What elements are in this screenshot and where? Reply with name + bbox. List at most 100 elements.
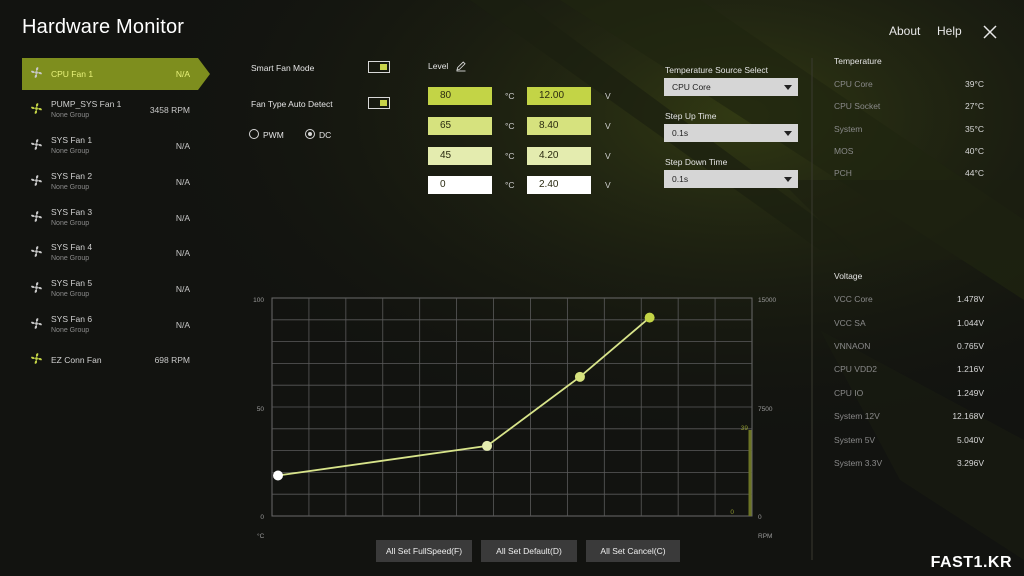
temperature-label: CPU Socket: [834, 101, 881, 111]
fan-speed: 3458 RPM: [149, 105, 190, 115]
fan-speed: N/A: [175, 213, 190, 223]
chart-ticks: 100 50 0 15000 7500 0 °C RPM 39 0: [253, 297, 776, 540]
temperature-label: PCH: [834, 168, 852, 178]
temp-unit: °C: [505, 91, 515, 101]
fan-item-pump-sys-fan-1[interactable]: PUMP_SYS Fan 1 None Group 3458 RPM: [22, 94, 198, 126]
chart-grid: [271, 297, 753, 517]
temperature-label: CPU Core: [834, 79, 873, 89]
fan-name: SYS Fan 6: [51, 314, 93, 324]
temp-unit: °C: [505, 151, 515, 161]
fan-speed: N/A: [175, 69, 190, 79]
fan-icon: [31, 175, 42, 186]
level-temp-input[interactable]: 80: [428, 87, 492, 105]
voltage-unit: V: [605, 121, 611, 131]
voltage-unit: V: [605, 91, 611, 101]
edit-icon[interactable]: [455, 60, 467, 72]
temperature-label: System: [834, 124, 863, 134]
fan-item-sys-fan-5[interactable]: SYS Fan 5 None Group N/A: [22, 273, 198, 305]
fan-name: SYS Fan 2: [51, 171, 93, 181]
fan-type-auto-detect-label: Fan Type Auto Detect: [251, 99, 333, 109]
voltage-value: 5.040V: [957, 435, 984, 445]
pwm-radio[interactable]: [249, 129, 259, 139]
temperature-source-label: Temperature Source Select: [665, 65, 768, 75]
step-up-time-label: Step Up Time: [665, 111, 717, 121]
fan-speed: N/A: [175, 141, 190, 151]
level-voltage-input[interactable]: 4.20: [527, 147, 591, 165]
temp-unit: °C: [505, 121, 515, 131]
fan-item-sys-fan-1[interactable]: SYS Fan 1 None Group N/A: [22, 130, 198, 162]
fan-name: SYS Fan 5: [51, 278, 93, 288]
y-tick-label: 0: [260, 514, 264, 521]
about-link[interactable]: About: [889, 24, 920, 38]
step-up-time-select[interactable]: 0.1s: [664, 124, 798, 142]
voltage-label: System 12V: [834, 411, 880, 421]
dc-label: DC: [319, 130, 332, 140]
fan-group: None Group: [51, 148, 90, 155]
temperature-source-select[interactable]: CPU Core: [664, 78, 798, 96]
step-down-time-select[interactable]: 0.1s: [664, 170, 798, 188]
fan-item-sys-fan-2[interactable]: SYS Fan 2 None Group N/A: [22, 166, 198, 198]
step-down-time-value: 0.1s: [672, 174, 689, 184]
curve-point[interactable]: [644, 312, 655, 323]
fan-icon: [31, 282, 42, 293]
voltage-label: VNNAON: [834, 341, 871, 351]
temperature-value: 40°C: [965, 146, 984, 156]
curve-point[interactable]: [574, 371, 585, 382]
temperature-source-value: CPU Core: [672, 82, 711, 92]
fan-speed: N/A: [175, 248, 190, 258]
fan-item-sys-fan-3[interactable]: SYS Fan 3 None Group N/A: [22, 202, 198, 234]
fan-group: None Group: [51, 327, 90, 334]
level-voltage-input[interactable]: 2.40: [527, 176, 591, 194]
help-link[interactable]: Help: [937, 24, 962, 38]
all-set-cancel-button[interactable]: All Set Cancel(C): [586, 540, 680, 562]
fan-name: PUMP_SYS Fan 1: [51, 99, 122, 109]
x-axis-label: °C: [257, 532, 265, 540]
close-icon[interactable]: [982, 24, 998, 40]
level-temp-input[interactable]: 0: [428, 176, 492, 194]
curve-point[interactable]: [273, 470, 283, 481]
fan-icon: [31, 103, 42, 114]
voltage-value: 1.478V: [957, 294, 984, 304]
current-rpm-label: 0: [730, 509, 734, 516]
level-temp-input[interactable]: 45: [428, 147, 492, 165]
dc-radio[interactable]: [305, 129, 315, 139]
voltage-value: 1.249V: [957, 388, 984, 398]
voltage-value: 0.765V: [957, 341, 984, 351]
voltage-label: VCC Core: [834, 294, 873, 304]
temperature-value: 44°C: [965, 168, 984, 178]
level-voltage-input[interactable]: 12.00: [527, 87, 591, 105]
all-set-default-button[interactable]: All Set Default(D): [481, 540, 577, 562]
level-voltage-input[interactable]: 8.40: [527, 117, 591, 135]
y-right-tick-label: 15000: [758, 297, 776, 304]
all-set-fullspeed-button[interactable]: All Set FullSpeed(F): [376, 540, 472, 562]
fan-icon: [31, 318, 42, 329]
fan-item-sys-fan-6[interactable]: SYS Fan 6 None Group N/A: [22, 309, 198, 341]
level-temp-input[interactable]: 65: [428, 117, 492, 135]
smart-fan-mode-label: Smart Fan Mode: [251, 63, 315, 73]
fan-item-sys-fan-4[interactable]: SYS Fan 4 None Group N/A: [22, 237, 198, 269]
fan-item-ez-conn-fan[interactable]: EZ Conn Fan 698 RPM: [22, 344, 198, 376]
voltage-unit: V: [605, 151, 611, 161]
fan-item-cpu-fan-1[interactable]: CPU Fan 1 N/A: [22, 58, 210, 90]
voltage-unit: V: [605, 180, 611, 190]
current-temp-label: 39: [741, 425, 749, 432]
toggle-knob: [380, 64, 387, 70]
voltage-value: 12.168V: [952, 411, 984, 421]
voltage-label: CPU VDD2: [834, 364, 877, 374]
fan-name: SYS Fan 3: [51, 207, 93, 217]
fan-group: None Group: [51, 291, 90, 298]
fan-icon: [31, 353, 42, 364]
temperature-label: MOS: [834, 146, 854, 156]
fan-type-auto-detect-toggle[interactable]: [368, 97, 390, 109]
voltage-value: 1.044V: [957, 318, 984, 328]
fan-group: None Group: [51, 220, 90, 227]
fan-curve-chart[interactable]: 100 50 0 15000 7500 0 °C RPM 39 0: [250, 290, 790, 545]
smart-fan-mode-toggle[interactable]: [368, 61, 390, 73]
step-up-time-value: 0.1s: [672, 128, 689, 138]
fan-speed: N/A: [175, 284, 190, 294]
temperature-value: 39°C: [965, 79, 984, 89]
temperature-section-title: Temperature: [834, 56, 882, 66]
curve-point[interactable]: [482, 440, 493, 451]
fan-icon: [31, 67, 42, 78]
y-right-axis-label: RPM: [758, 533, 772, 540]
